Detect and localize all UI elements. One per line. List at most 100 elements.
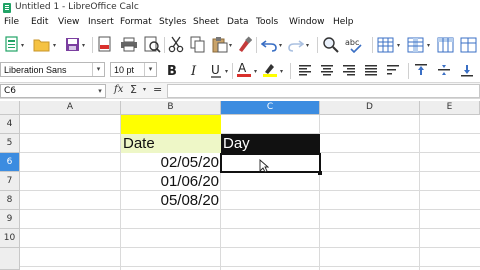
sum-dropdown-icon[interactable]: ▾ xyxy=(143,86,146,93)
name-box-value: C6 xyxy=(4,86,17,96)
undo-dropdown-icon[interactable]: ▾ xyxy=(279,42,282,49)
underline-icon[interactable]: U xyxy=(208,62,224,78)
row-header-4[interactable]: 4 xyxy=(0,115,20,134)
formula-input[interactable] xyxy=(167,84,480,98)
copy-icon[interactable] xyxy=(190,36,206,53)
menu-view[interactable]: View xyxy=(58,17,79,27)
menu-sheet[interactable]: Sheet xyxy=(193,17,219,27)
table-icon[interactable] xyxy=(460,36,478,53)
print-icon[interactable] xyxy=(120,37,138,52)
menu-styles[interactable]: Styles xyxy=(159,17,186,27)
underline-dropdown-icon[interactable]: ▾ xyxy=(225,68,228,75)
svg-text:abc: abc xyxy=(345,38,359,47)
menu-bar: File Edit View Insert Format Styles Shee… xyxy=(0,16,480,31)
font-size-value: 10 pt xyxy=(114,65,135,75)
select-all-corner[interactable] xyxy=(0,101,20,115)
open-folder-icon[interactable] xyxy=(33,37,51,52)
function-wizard-icon[interactable]: fx xyxy=(114,84,123,95)
pdf-export-icon[interactable] xyxy=(97,36,113,52)
new-dropdown-icon[interactable]: ▾ xyxy=(21,42,24,49)
save-dropdown-icon[interactable]: ▾ xyxy=(82,42,85,49)
standard-toolbar: ▾ ▾ ▾ ▾ ▾ ▾ abc ▾ ▾ xyxy=(0,31,480,58)
font-name-combo[interactable]: Liberation Sans ▾ xyxy=(0,62,105,77)
name-box[interactable]: C6 ▾ xyxy=(0,84,106,98)
redo-dropdown-icon[interactable]: ▾ xyxy=(306,42,309,49)
cell-b7[interactable]: 01/06/20 xyxy=(121,172,221,191)
wrap-text-icon[interactable] xyxy=(385,62,401,78)
font-color-icon[interactable]: A xyxy=(236,61,252,78)
font-name-value: Liberation Sans xyxy=(4,65,67,75)
undo-icon[interactable] xyxy=(261,37,277,52)
menu-file[interactable]: File xyxy=(4,17,19,27)
redo-icon[interactable] xyxy=(288,37,304,52)
chevron-down-icon[interactable]: ▾ xyxy=(95,85,105,97)
menu-tools[interactable]: Tools xyxy=(256,17,278,27)
chevron-down-icon[interactable]: ▾ xyxy=(92,63,104,76)
save-icon[interactable] xyxy=(64,36,80,52)
app-calc-icon xyxy=(3,3,11,13)
column-header-c[interactable]: C xyxy=(221,101,320,115)
sort-icon[interactable] xyxy=(437,36,455,53)
column-icon[interactable] xyxy=(407,36,425,53)
row-header-10[interactable]: 10 xyxy=(0,229,20,248)
row-header-8[interactable]: 8 xyxy=(0,191,20,210)
bold-icon[interactable]: B xyxy=(164,62,180,78)
svg-text:B: B xyxy=(167,64,177,77)
new-document-icon[interactable] xyxy=(4,36,20,52)
svg-text:I: I xyxy=(190,64,197,77)
spelling-icon[interactable]: abc xyxy=(345,36,365,53)
align-center-icon[interactable] xyxy=(319,62,335,78)
align-left-icon[interactable] xyxy=(297,62,313,78)
row-header-11[interactable] xyxy=(0,248,20,270)
column-header-a[interactable]: A xyxy=(20,101,121,115)
menu-format[interactable]: Format xyxy=(120,17,152,27)
cell-b6[interactable]: 02/05/20 xyxy=(121,153,221,172)
svg-text:A: A xyxy=(238,61,247,75)
column-header-e[interactable]: E xyxy=(420,101,480,115)
cut-icon[interactable] xyxy=(168,36,184,53)
cell-c6-active[interactable] xyxy=(220,153,321,173)
paste-icon[interactable] xyxy=(212,36,228,53)
justify-icon[interactable] xyxy=(363,62,379,78)
cell-b5[interactable]: Date xyxy=(121,134,221,153)
font-color-dropdown-icon[interactable]: ▾ xyxy=(254,68,257,75)
paste-dropdown-icon[interactable]: ▾ xyxy=(229,42,232,49)
sum-icon[interactable]: Σ xyxy=(130,83,137,96)
row-icon[interactable] xyxy=(377,36,395,53)
title-bar: Untitled 1 - LibreOffice Calc xyxy=(0,0,480,16)
cell-b4[interactable] xyxy=(121,115,221,134)
open-dropdown-icon[interactable]: ▾ xyxy=(53,42,56,49)
highlight-icon[interactable] xyxy=(262,61,278,78)
column-header-b[interactable]: B xyxy=(121,101,221,115)
fill-handle[interactable] xyxy=(318,171,322,175)
menu-insert[interactable]: Insert xyxy=(88,17,114,27)
menu-data[interactable]: Data xyxy=(227,17,249,27)
print-preview-icon[interactable] xyxy=(143,36,161,53)
chevron-down-icon[interactable]: ▾ xyxy=(144,63,156,76)
row-header-7[interactable]: 7 xyxy=(0,172,20,191)
highlight-dropdown-icon[interactable]: ▾ xyxy=(280,68,283,75)
formula-icon[interactable]: = xyxy=(153,83,162,96)
mouse-pointer-icon xyxy=(259,158,270,177)
clone-format-icon[interactable] xyxy=(236,36,252,53)
window-title: Untitled 1 - LibreOffice Calc xyxy=(15,2,139,12)
row-header-9[interactable]: 9 xyxy=(0,210,20,229)
row-dropdown-icon[interactable]: ▾ xyxy=(397,42,400,49)
align-middle-icon[interactable] xyxy=(436,62,452,78)
row-header-5[interactable]: 5 xyxy=(0,134,20,153)
menu-help[interactable]: Help xyxy=(333,17,354,27)
menu-edit[interactable]: Edit xyxy=(31,17,48,27)
cell-b8[interactable]: 05/08/20 xyxy=(121,191,221,210)
font-size-combo[interactable]: 10 pt ▾ xyxy=(110,62,157,77)
column-header-d[interactable]: D xyxy=(320,101,420,115)
align-bottom-icon[interactable] xyxy=(459,62,475,78)
align-right-icon[interactable] xyxy=(341,62,357,78)
row-header-6[interactable]: 6 xyxy=(0,153,20,172)
column-dropdown-icon[interactable]: ▾ xyxy=(427,42,430,49)
find-replace-icon[interactable] xyxy=(322,36,340,53)
cell-c5[interactable]: Day xyxy=(221,134,320,153)
italic-icon[interactable]: I xyxy=(187,62,203,78)
align-top-icon[interactable] xyxy=(413,62,429,78)
menu-window[interactable]: Window xyxy=(289,17,325,27)
formula-bar: C6 ▾ fx Σ ▾ = xyxy=(0,82,480,99)
